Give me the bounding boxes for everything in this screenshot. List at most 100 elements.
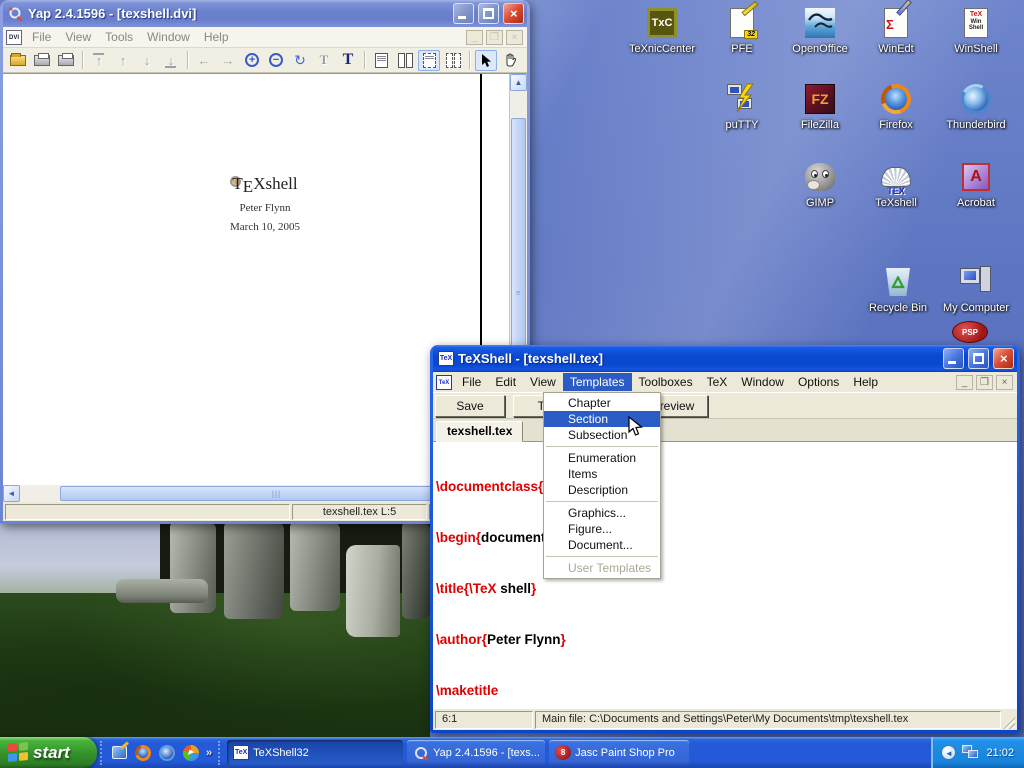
desktop-icon-pfe[interactable]: 32 PFE: [704, 6, 780, 55]
psp-icon: PSP: [952, 321, 988, 343]
menu-view[interactable]: View: [523, 373, 563, 391]
print-icon[interactable]: [31, 50, 53, 71]
taskbar: start » TeX TeXShell32 Yap 2.4.1596 - [t…: [0, 737, 1024, 768]
desktop-icon-winedt[interactable]: Σ WinEdt: [858, 6, 934, 55]
mdi-close-icon[interactable]: ×: [506, 30, 523, 45]
menu-item-enumeration[interactable]: Enumeration: [544, 450, 660, 466]
tab-texshell-tex[interactable]: texshell.tex: [436, 421, 523, 442]
task-button-yap[interactable]: Yap 2.4.1596 - [texs...: [407, 740, 545, 765]
previous-page-icon[interactable]: ↑: [112, 50, 134, 71]
desktop-icon-filezilla[interactable]: FZ FileZilla: [782, 82, 858, 131]
texshell-tabbar: texshell.tex: [433, 419, 1017, 442]
quicklaunch-overflow-icon[interactable]: »: [206, 747, 212, 759]
yap-menu-help[interactable]: Help: [197, 28, 236, 46]
acrobat-icon: A: [962, 163, 990, 191]
single-page-view-icon[interactable]: [370, 50, 392, 71]
desktop-icon-firefox[interactable]: Firefox: [858, 82, 934, 131]
scroll-up-icon[interactable]: ▲: [510, 74, 527, 91]
forward-icon[interactable]: →: [217, 50, 239, 71]
menu-file[interactable]: File: [455, 373, 488, 391]
yap-menu-tools[interactable]: Tools: [98, 28, 140, 46]
media-player-quicklaunch-icon[interactable]: [181, 743, 201, 763]
resize-grip[interactable]: [1003, 717, 1015, 729]
menu-tex[interactable]: TeX: [700, 373, 735, 391]
texshell-window-title: TeXShell - [texshell.tex]: [458, 351, 939, 366]
menu-item-graphics[interactable]: Graphics...: [544, 505, 660, 521]
desktop-icon-texniccenter[interactable]: TxC TeXnicCenter: [624, 6, 700, 55]
zoom-out-icon[interactable]: −: [265, 50, 287, 71]
stone: [346, 545, 400, 637]
yap-menu-file[interactable]: File: [25, 28, 58, 46]
mdi-restore-icon[interactable]: ❒: [976, 375, 993, 390]
yap-close-button[interactable]: ×: [503, 3, 524, 24]
yap-titlebar[interactable]: Yap 2.4.1596 - [texshell.dvi] ×: [3, 0, 527, 27]
ruler-icon[interactable]: T: [313, 50, 335, 71]
yap-maximize-button[interactable]: [478, 3, 499, 24]
continuous-view-icon[interactable]: [418, 50, 440, 71]
mdi-minimize-icon[interactable]: _: [466, 30, 483, 45]
network-tray-icon[interactable]: [962, 745, 980, 760]
desktop-icon-paint-shop-pro-partial[interactable]: PSP: [948, 321, 992, 347]
desktop-icon-texshell[interactable]: TEX TeXshell: [858, 160, 934, 209]
first-page-icon[interactable]: ↑: [88, 50, 110, 71]
icon-label: Thunderbird: [938, 119, 1014, 131]
menu-item-document[interactable]: Document...: [544, 537, 660, 553]
next-page-icon[interactable]: ↓: [136, 50, 158, 71]
texshell-editor[interactable]: \documentclass{article} \begin{document}…: [433, 442, 1017, 709]
pointer-tool-icon[interactable]: [475, 50, 497, 71]
desktop-icon-acrobat[interactable]: A Acrobat: [938, 160, 1014, 209]
texshell-minimize-button[interactable]: [943, 348, 964, 369]
mdi-close-icon[interactable]: ×: [996, 375, 1013, 390]
mdi-restore-icon[interactable]: ❒: [486, 30, 503, 45]
desktop-icon-openoffice[interactable]: OpenOffice: [782, 6, 858, 55]
zoom-in-icon[interactable]: +: [241, 50, 263, 71]
firefox-quicklaunch-icon[interactable]: [133, 743, 153, 763]
horizontal-scroll-thumb[interactable]: |||: [60, 486, 493, 501]
desktop-icon-recycle-bin[interactable]: Recycle Bin: [860, 265, 936, 314]
menu-item-description[interactable]: Description: [544, 482, 660, 498]
openoffice-icon: [805, 8, 835, 38]
desktop-icon-winshell[interactable]: TeXWin Shell WinShell: [938, 6, 1014, 55]
start-button[interactable]: start: [0, 737, 97, 768]
last-page-icon[interactable]: ↓: [160, 50, 182, 71]
desktop-icon-thunderbird[interactable]: Thunderbird: [938, 82, 1014, 131]
facing-pages-view-icon[interactable]: [394, 50, 416, 71]
magnifier-tool-icon[interactable]: [523, 50, 527, 71]
texshell-maximize-button[interactable]: [968, 348, 989, 369]
icon-label: GIMP: [782, 197, 858, 209]
menu-item-chapter[interactable]: Chapter: [544, 395, 660, 411]
text-mode-icon[interactable]: T: [337, 50, 359, 71]
continuous-facing-view-icon[interactable]: [442, 50, 464, 71]
menu-window[interactable]: Window: [734, 373, 791, 391]
task-button-paint-shop-pro[interactable]: 8 Jasc Paint Shop Pro: [549, 740, 689, 765]
taskbar-clock: 21:02: [986, 747, 1014, 759]
desktop-icon-gimp[interactable]: GIMP: [782, 160, 858, 209]
hand-tool-icon[interactable]: [499, 50, 521, 71]
show-desktop-icon[interactable]: [109, 743, 129, 763]
yap-minimize-button[interactable]: [453, 3, 474, 24]
menu-item-figure[interactable]: Figure...: [544, 521, 660, 537]
menu-edit[interactable]: Edit: [488, 373, 523, 391]
menu-templates[interactable]: Templates: [563, 373, 632, 391]
desktop-icon-putty[interactable]: puTTY: [704, 82, 780, 131]
desktop-icon-my-computer[interactable]: My Computer: [938, 265, 1014, 314]
open-file-icon[interactable]: [7, 50, 29, 71]
hide-tray-icons-icon[interactable]: ◄: [941, 745, 956, 760]
texshell-titlebar[interactable]: TeX TeXShell - [texshell.tex] ×: [433, 345, 1017, 372]
refresh-icon[interactable]: ↻: [289, 50, 311, 71]
thunderbird-quicklaunch-icon[interactable]: [157, 743, 177, 763]
yap-menu-window[interactable]: Window: [140, 28, 197, 46]
menu-help[interactable]: Help: [846, 373, 885, 391]
scroll-left-icon[interactable]: ◄: [3, 485, 20, 502]
menu-toolboxes[interactable]: Toolboxes: [632, 373, 700, 391]
menu-options[interactable]: Options: [791, 373, 846, 391]
back-icon[interactable]: ←: [193, 50, 215, 71]
print-page-icon[interactable]: [55, 50, 77, 71]
menu-item-items[interactable]: Items: [544, 466, 660, 482]
task-button-texshell[interactable]: TeX TeXShell32: [227, 740, 403, 765]
save-button[interactable]: Save: [435, 395, 505, 417]
texshell-close-button[interactable]: ×: [993, 348, 1014, 369]
putty-icon: [725, 82, 759, 116]
mdi-minimize-icon[interactable]: _: [956, 375, 973, 390]
yap-menu-view[interactable]: View: [58, 28, 98, 46]
